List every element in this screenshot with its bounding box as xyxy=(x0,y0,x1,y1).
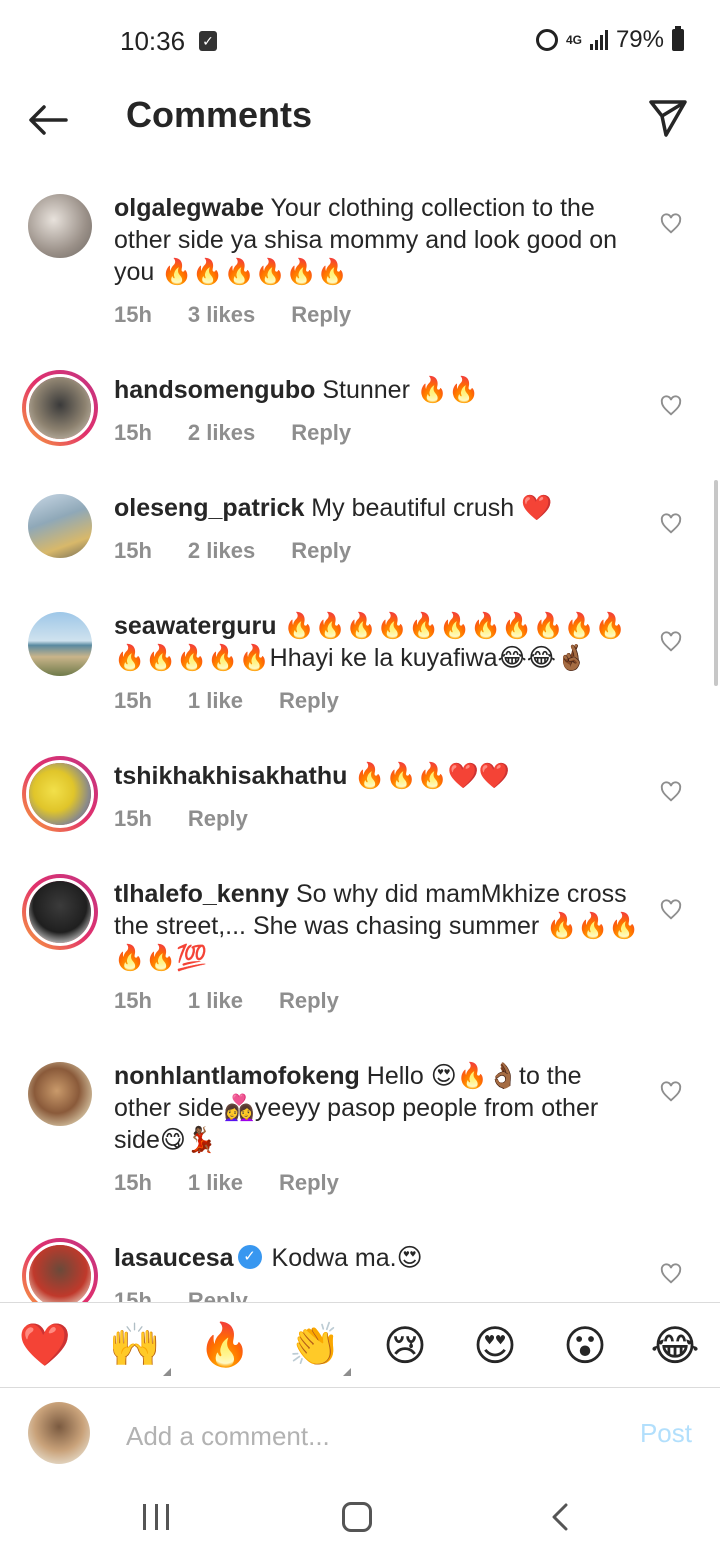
comment-likes[interactable]: 3 likes xyxy=(188,302,255,328)
emoji-fire[interactable]: 🔥 xyxy=(195,1321,255,1370)
like-heart-icon[interactable] xyxy=(660,781,682,803)
battery-icon xyxy=(672,26,684,51)
comment-username[interactable]: handsomengubo xyxy=(114,376,315,404)
emoji-raised-hands[interactable]: 🙌 xyxy=(105,1321,171,1376)
reply-button[interactable]: Reply xyxy=(279,1170,339,1196)
avatar[interactable] xyxy=(22,756,98,832)
comment-meta: 15h 2 likes Reply xyxy=(114,420,351,446)
header: Comments xyxy=(0,80,720,160)
alarm-icon xyxy=(535,29,558,51)
post-button[interactable]: Post xyxy=(640,1418,692,1449)
like-heart-icon[interactable] xyxy=(660,1081,682,1103)
comment-text: Kodwa ma.😍 xyxy=(271,1244,423,1272)
reply-button[interactable]: Reply xyxy=(279,988,339,1014)
system-back-icon[interactable] xyxy=(548,1502,572,1532)
comments-list[interactable]: olgalegwabe Your clothing collection to … xyxy=(0,160,720,1302)
reply-button[interactable]: Reply xyxy=(188,1288,248,1302)
comment-meta: 15h 1 like Reply xyxy=(114,1170,339,1196)
comment-time: 15h xyxy=(114,1288,152,1302)
battery-percent: 79% xyxy=(615,26,664,53)
comment-meta: 15h 2 likes Reply xyxy=(114,538,351,564)
reply-button[interactable]: Reply xyxy=(291,538,351,564)
comment-username[interactable]: tlhalefo_kenny xyxy=(114,880,289,908)
like-heart-icon[interactable] xyxy=(660,395,682,417)
back-arrow-icon[interactable] xyxy=(26,98,70,142)
reply-button[interactable]: Reply xyxy=(188,806,248,832)
comment-username[interactable]: lasaucesa xyxy=(114,1244,234,1272)
recent-apps-icon[interactable] xyxy=(143,1504,169,1532)
comment-meta: 15h Reply xyxy=(114,806,248,832)
comment-body: olgalegwabe Your clothing collection to … xyxy=(114,192,644,288)
reply-button[interactable]: Reply xyxy=(291,302,351,328)
emoji-laughing[interactable]: 😂 xyxy=(645,1321,705,1370)
comment-text: My beautiful crush ❤️ xyxy=(304,494,553,522)
page-title: Comments xyxy=(126,94,313,135)
comment-body: handsomengubo Stunner 🔥🔥 xyxy=(114,374,644,406)
comment-username[interactable]: tshikhakhisakhathu xyxy=(114,762,347,790)
comment-likes[interactable]: 2 likes xyxy=(188,538,255,564)
avatar[interactable] xyxy=(28,194,92,258)
status-bar: 10:36 ✓ 4G 79% xyxy=(0,0,720,80)
comment-time: 15h xyxy=(114,806,152,831)
network-type: 4G xyxy=(565,32,582,47)
comment-likes[interactable]: 1 like xyxy=(188,1170,243,1196)
avatar[interactable] xyxy=(28,494,92,558)
like-heart-icon[interactable] xyxy=(660,1263,682,1285)
emoji-surprised[interactable]: 😮 xyxy=(555,1321,615,1370)
my-avatar xyxy=(28,1402,90,1464)
comment-body: tshikhakhisakhathu 🔥🔥🔥❤️❤️ xyxy=(114,760,644,792)
comment-meta: 15h Reply xyxy=(114,1288,248,1302)
emoji-clap[interactable]: 👏 xyxy=(285,1321,351,1376)
comment-text: Stunner 🔥🔥 xyxy=(315,376,480,404)
comment-username[interactable]: olgalegwabe xyxy=(114,194,264,222)
notification-check-icon: ✓ xyxy=(199,31,217,51)
comment-meta: 15h 3 likes Reply xyxy=(114,302,351,328)
comment-body: tlhalefo_kenny So why did mamMkhize cros… xyxy=(114,878,644,974)
like-heart-icon[interactable] xyxy=(660,899,682,921)
comment-time: 15h xyxy=(114,302,152,327)
system-nav-bar xyxy=(0,1480,720,1560)
like-heart-icon[interactable] xyxy=(660,513,682,535)
comment-text: 🔥🔥🔥❤️❤️ xyxy=(347,762,510,790)
emoji-heart-eyes[interactable]: 😍 xyxy=(465,1321,525,1370)
avatar[interactable] xyxy=(28,1062,92,1126)
comment-composer: Post xyxy=(0,1390,720,1480)
scrollbar[interactable] xyxy=(714,480,718,686)
avatar[interactable] xyxy=(22,874,98,950)
comment-meta: 15h 1 like Reply xyxy=(114,988,339,1014)
avatar[interactable] xyxy=(22,370,98,446)
home-icon[interactable] xyxy=(342,1502,372,1532)
avatar[interactable] xyxy=(22,1238,98,1302)
comment-time: 15h xyxy=(114,538,152,563)
comment-likes[interactable]: 2 likes xyxy=(188,420,255,446)
reply-button[interactable]: Reply xyxy=(279,688,339,714)
comment-meta: 15h 1 like Reply xyxy=(114,688,339,714)
comment-time: 15h xyxy=(114,688,152,713)
emoji-crying[interactable]: 😢 xyxy=(375,1321,435,1370)
comment-body: oleseng_patrick My beautiful crush ❤️ xyxy=(114,492,644,524)
comment-time: 15h xyxy=(114,1170,152,1195)
reply-button[interactable]: Reply xyxy=(291,420,351,446)
comment-time: 15h xyxy=(114,988,152,1013)
comment-username[interactable]: nonhlantlamofokeng xyxy=(114,1062,360,1090)
verified-badge-icon: ✓ xyxy=(237,1245,262,1270)
like-heart-icon[interactable] xyxy=(660,213,682,235)
emoji-heart[interactable]: ❤️ xyxy=(15,1321,75,1370)
emoji-quick-bar: ❤️ 🙌 🔥 👏 😢 😍 😮 😂 xyxy=(0,1302,720,1388)
comment-username[interactable]: seawaterguru xyxy=(114,612,277,640)
comment-likes[interactable]: 1 like xyxy=(188,988,243,1014)
direct-send-icon[interactable] xyxy=(646,96,690,140)
status-icons: 4G 79% xyxy=(535,26,684,54)
comment-time: 15h xyxy=(114,420,152,445)
comment-body: seawaterguru 🔥🔥🔥🔥🔥🔥🔥🔥🔥🔥🔥🔥🔥🔥🔥🔥Hhayi ke la… xyxy=(114,610,644,674)
comment-body: lasaucesa ✓ Kodwa ma.😍 xyxy=(114,1242,644,1274)
signal-icon xyxy=(589,30,608,50)
comment-username[interactable]: oleseng_patrick xyxy=(114,494,304,522)
like-heart-icon[interactable] xyxy=(660,631,682,653)
comment-body: nonhlantlamofokeng Hello 😍🔥👌🏾to the othe… xyxy=(114,1060,644,1156)
comment-likes[interactable]: 1 like xyxy=(188,688,243,714)
status-time: 10:36 xyxy=(120,26,186,56)
comment-input[interactable] xyxy=(126,1416,606,1456)
avatar[interactable] xyxy=(28,612,92,676)
